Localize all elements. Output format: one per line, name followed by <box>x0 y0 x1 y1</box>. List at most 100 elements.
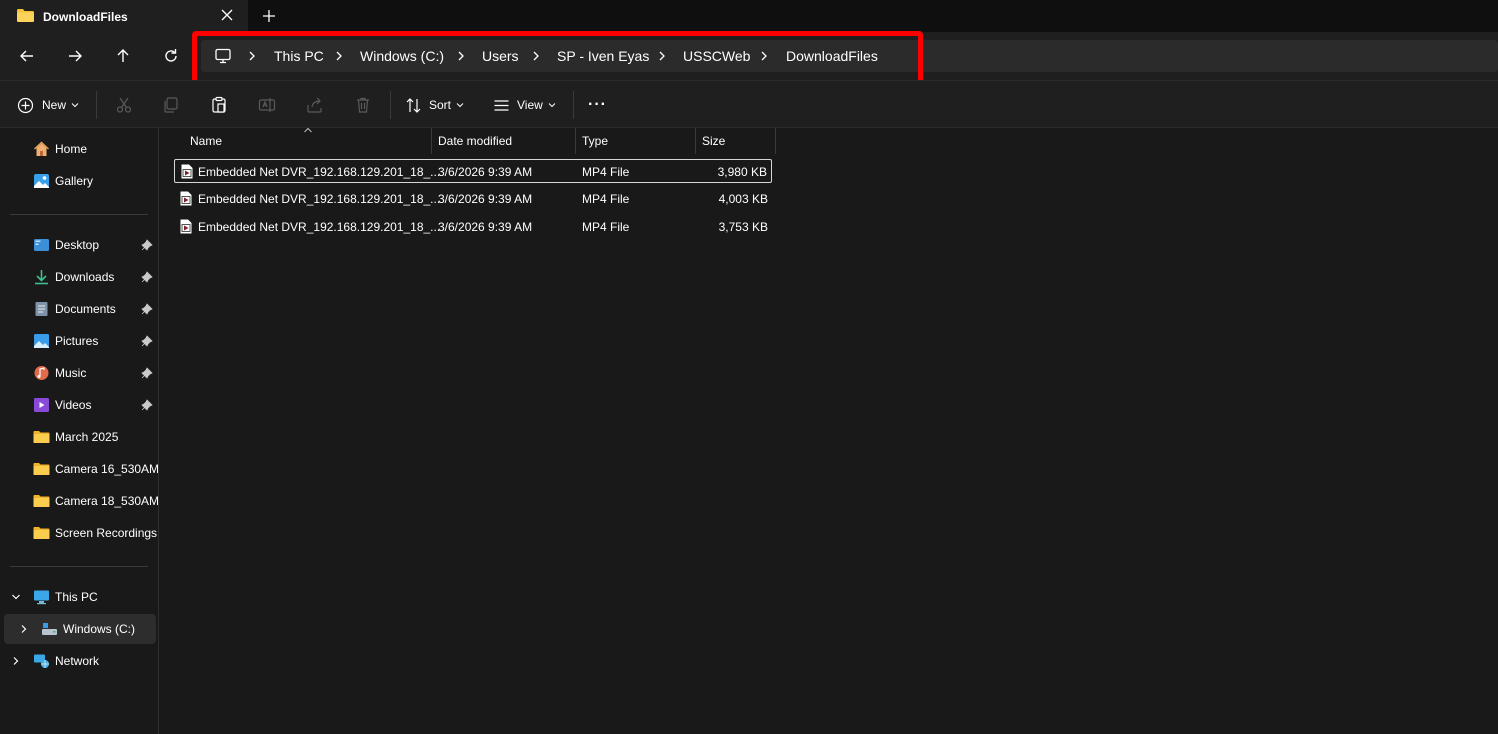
folder-icon <box>33 463 50 475</box>
table-row[interactable]: Embedded Net DVR_192.168.129.201_18_... … <box>174 215 772 239</box>
music-icon <box>34 366 49 380</box>
sidebar-item-downloads[interactable]: Downloads <box>0 262 156 292</box>
chevron-right-icon[interactable] <box>334 50 344 62</box>
sidebar-item-pictures[interactable]: Pictures <box>0 326 156 356</box>
view-list-icon <box>494 99 509 111</box>
view-label: View <box>517 98 543 112</box>
sidebar-item-videos[interactable]: Videos <box>0 390 156 420</box>
file-type: MP4 File <box>582 165 630 179</box>
computer-icon <box>34 590 49 605</box>
pin-icon[interactable] <box>141 239 153 251</box>
column-divider[interactable] <box>775 128 776 154</box>
title-bar: DownloadFiles <box>0 0 1498 32</box>
table-row[interactable]: Embedded Net DVR_192.168.129.201_18_... … <box>174 159 772 183</box>
cut-icon[interactable] <box>115 95 133 115</box>
chevron-right-icon[interactable] <box>11 656 21 666</box>
file-size: 3,980 KB <box>717 165 767 179</box>
sidebar-item-network[interactable]: Network <box>0 646 156 676</box>
folder-icon <box>33 527 50 539</box>
chevron-right-icon[interactable] <box>456 50 466 62</box>
address-bar[interactable]: This PC Windows (C:) Users SP - Iven Eya… <box>201 40 1498 72</box>
sidebar-item-march-2025[interactable]: March 2025 <box>0 422 156 452</box>
column-header-date-modified[interactable]: Date modified <box>432 128 575 154</box>
chevron-right-icon[interactable] <box>657 50 667 62</box>
copy-icon[interactable] <box>162 95 180 115</box>
column-header-size[interactable]: Size <box>696 128 775 154</box>
divider <box>390 91 391 119</box>
sidebar-item-windows-c[interactable]: Windows (C:) <box>4 614 156 644</box>
pane-divider[interactable] <box>158 128 159 734</box>
gallery-icon <box>34 174 49 188</box>
sort-button[interactable]: Sort <box>405 95 464 115</box>
new-tab-icon[interactable] <box>261 8 277 24</box>
navigation-pane: Home Gallery Desktop Downloads Documents… <box>0 128 159 734</box>
sort-icon <box>406 97 421 113</box>
refresh-icon[interactable] <box>161 46 181 66</box>
breadcrumb-windows-c[interactable]: Windows (C:) <box>360 48 444 64</box>
chevron-down-icon <box>71 103 79 108</box>
sort-label: Sort <box>429 98 452 112</box>
delete-icon[interactable] <box>354 95 372 115</box>
forward-arrow-icon[interactable] <box>65 46 85 66</box>
more-label: ··· <box>588 96 607 113</box>
view-button[interactable]: View <box>493 95 556 115</box>
file-type: MP4 File <box>582 192 630 206</box>
breadcrumb-this-pc[interactable]: This PC <box>274 48 324 64</box>
new-button[interactable]: New <box>17 95 79 115</box>
sidebar-item-home[interactable]: Home <box>0 134 156 164</box>
breadcrumb-downloadfiles[interactable]: DownloadFiles <box>786 48 878 64</box>
chevron-right-icon[interactable] <box>19 624 29 634</box>
network-icon <box>34 654 49 668</box>
command-bar: New Sort View ··· <box>0 80 1498 128</box>
paste-icon[interactable] <box>210 95 228 115</box>
column-header-name[interactable]: Name <box>174 128 431 154</box>
computer-icon[interactable] <box>214 47 232 65</box>
more-options-button[interactable]: ··· <box>588 95 607 115</box>
file-date: 3/6/2026 9:39 AM <box>438 220 533 234</box>
sidebar-item-gallery[interactable]: Gallery <box>0 166 156 196</box>
share-icon[interactable] <box>306 95 324 115</box>
pin-icon[interactable] <box>141 335 153 347</box>
breadcrumb-users[interactable]: Users <box>482 48 519 64</box>
file-size: 4,003 KB <box>718 192 768 206</box>
sidebar-item-music[interactable]: Music <box>0 358 156 388</box>
rename-icon[interactable] <box>258 95 276 115</box>
column-header-type[interactable]: Type <box>576 128 695 154</box>
pin-icon[interactable] <box>141 399 153 411</box>
close-tab-icon[interactable] <box>219 7 235 23</box>
sidebar-item-this-pc[interactable]: This PC <box>0 582 156 612</box>
up-arrow-icon[interactable] <box>113 46 133 66</box>
sidebar-item-documents[interactable]: Documents <box>0 294 156 324</box>
pin-icon[interactable] <box>141 367 153 379</box>
video-file-icon <box>180 191 192 206</box>
pin-icon[interactable] <box>141 271 153 283</box>
document-icon <box>35 302 48 316</box>
file-type: MP4 File <box>582 220 630 234</box>
pictures-icon <box>34 334 49 348</box>
file-date: 3/6/2026 9:39 AM <box>438 165 533 179</box>
divider <box>10 566 148 567</box>
file-date: 3/6/2026 9:39 AM <box>438 192 533 206</box>
new-label: New <box>42 98 67 112</box>
plus-circle-icon <box>17 97 34 113</box>
tab-downloadfiles[interactable]: DownloadFiles <box>0 0 248 32</box>
back-arrow-icon[interactable] <box>17 46 37 66</box>
sidebar-item-desktop[interactable]: Desktop <box>0 230 156 260</box>
pin-icon[interactable] <box>141 303 153 315</box>
chevron-down-icon[interactable] <box>11 592 21 602</box>
sidebar-item-camera-16[interactable]: Camera 16_530AM <box>0 454 159 484</box>
table-row[interactable]: Embedded Net DVR_192.168.129.201_18_... … <box>174 187 772 211</box>
file-name: Embedded Net DVR_192.168.129.201_18_... <box>198 165 441 179</box>
sidebar-item-camera-18[interactable]: Camera 18_530AM <box>0 486 159 516</box>
breadcrumb-usscweb[interactable]: USSCWeb <box>683 48 750 64</box>
file-size: 3,753 KB <box>718 220 768 234</box>
file-name: Embedded Net DVR_192.168.129.201_18_... <box>198 192 441 206</box>
chevron-right-icon[interactable] <box>759 50 769 62</box>
chevron-right-icon[interactable] <box>531 50 541 62</box>
breadcrumb-sp-iven-eyas[interactable]: SP - Iven Eyas <box>557 48 649 64</box>
sidebar-item-screen-recordings[interactable]: Screen Recordings <box>0 518 157 548</box>
chevron-down-icon <box>548 103 556 108</box>
chevron-right-icon[interactable] <box>247 50 257 62</box>
divider <box>10 214 148 215</box>
videos-icon <box>34 398 49 412</box>
